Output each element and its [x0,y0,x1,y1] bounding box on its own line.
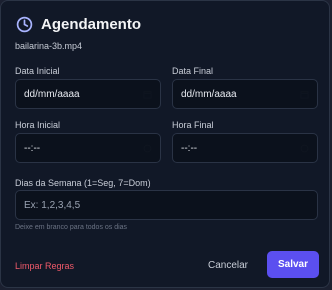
weekdays-hint: Deixe em branco para todos os dias [15,224,128,231]
weekdays-placeholder: Ex: 1,2,3,4,5 [24,199,81,211]
dialog-title: Agendamento [41,15,142,33]
start-time-input[interactable]: --:-- [15,133,161,163]
end-date-value: dd/mm/aaaa [181,88,237,100]
calendar-icon[interactable] [142,89,152,99]
start-time-label: Hora Inicial [15,120,61,130]
clear-rules-link[interactable]: Limpar Regras [15,261,74,271]
start-date-input[interactable]: dd/mm/aaaa [15,79,161,109]
clock-icon[interactable] [142,143,152,153]
start-date-label: Data Inicial [15,66,60,76]
schedule-dialog: Agendamento bailarina-3b.mp4 Data Inicia… [0,0,330,288]
dialog-header: Agendamento [15,15,141,33]
end-date-input[interactable]: dd/mm/aaaa [172,79,318,109]
end-time-label: Hora Final [172,120,214,130]
file-name: bailarina-3b.mp4 [15,41,83,51]
clock-icon [15,15,33,33]
start-date-value: dd/mm/aaaa [24,88,80,100]
end-time-value: --:-- [181,142,198,154]
save-button[interactable]: Salvar [267,251,319,278]
start-time-value: --:-- [24,142,41,154]
weekdays-label: Dias da Semana (1=Seg, 7=Dom) [15,178,151,188]
end-date-label: Data Final [172,66,214,76]
calendar-icon[interactable] [299,89,309,99]
cancel-button[interactable]: Cancelar [201,253,255,277]
clock-icon[interactable] [299,143,309,153]
weekdays-input[interactable]: Ex: 1,2,3,4,5 [15,190,318,220]
end-time-input[interactable]: --:-- [172,133,318,163]
